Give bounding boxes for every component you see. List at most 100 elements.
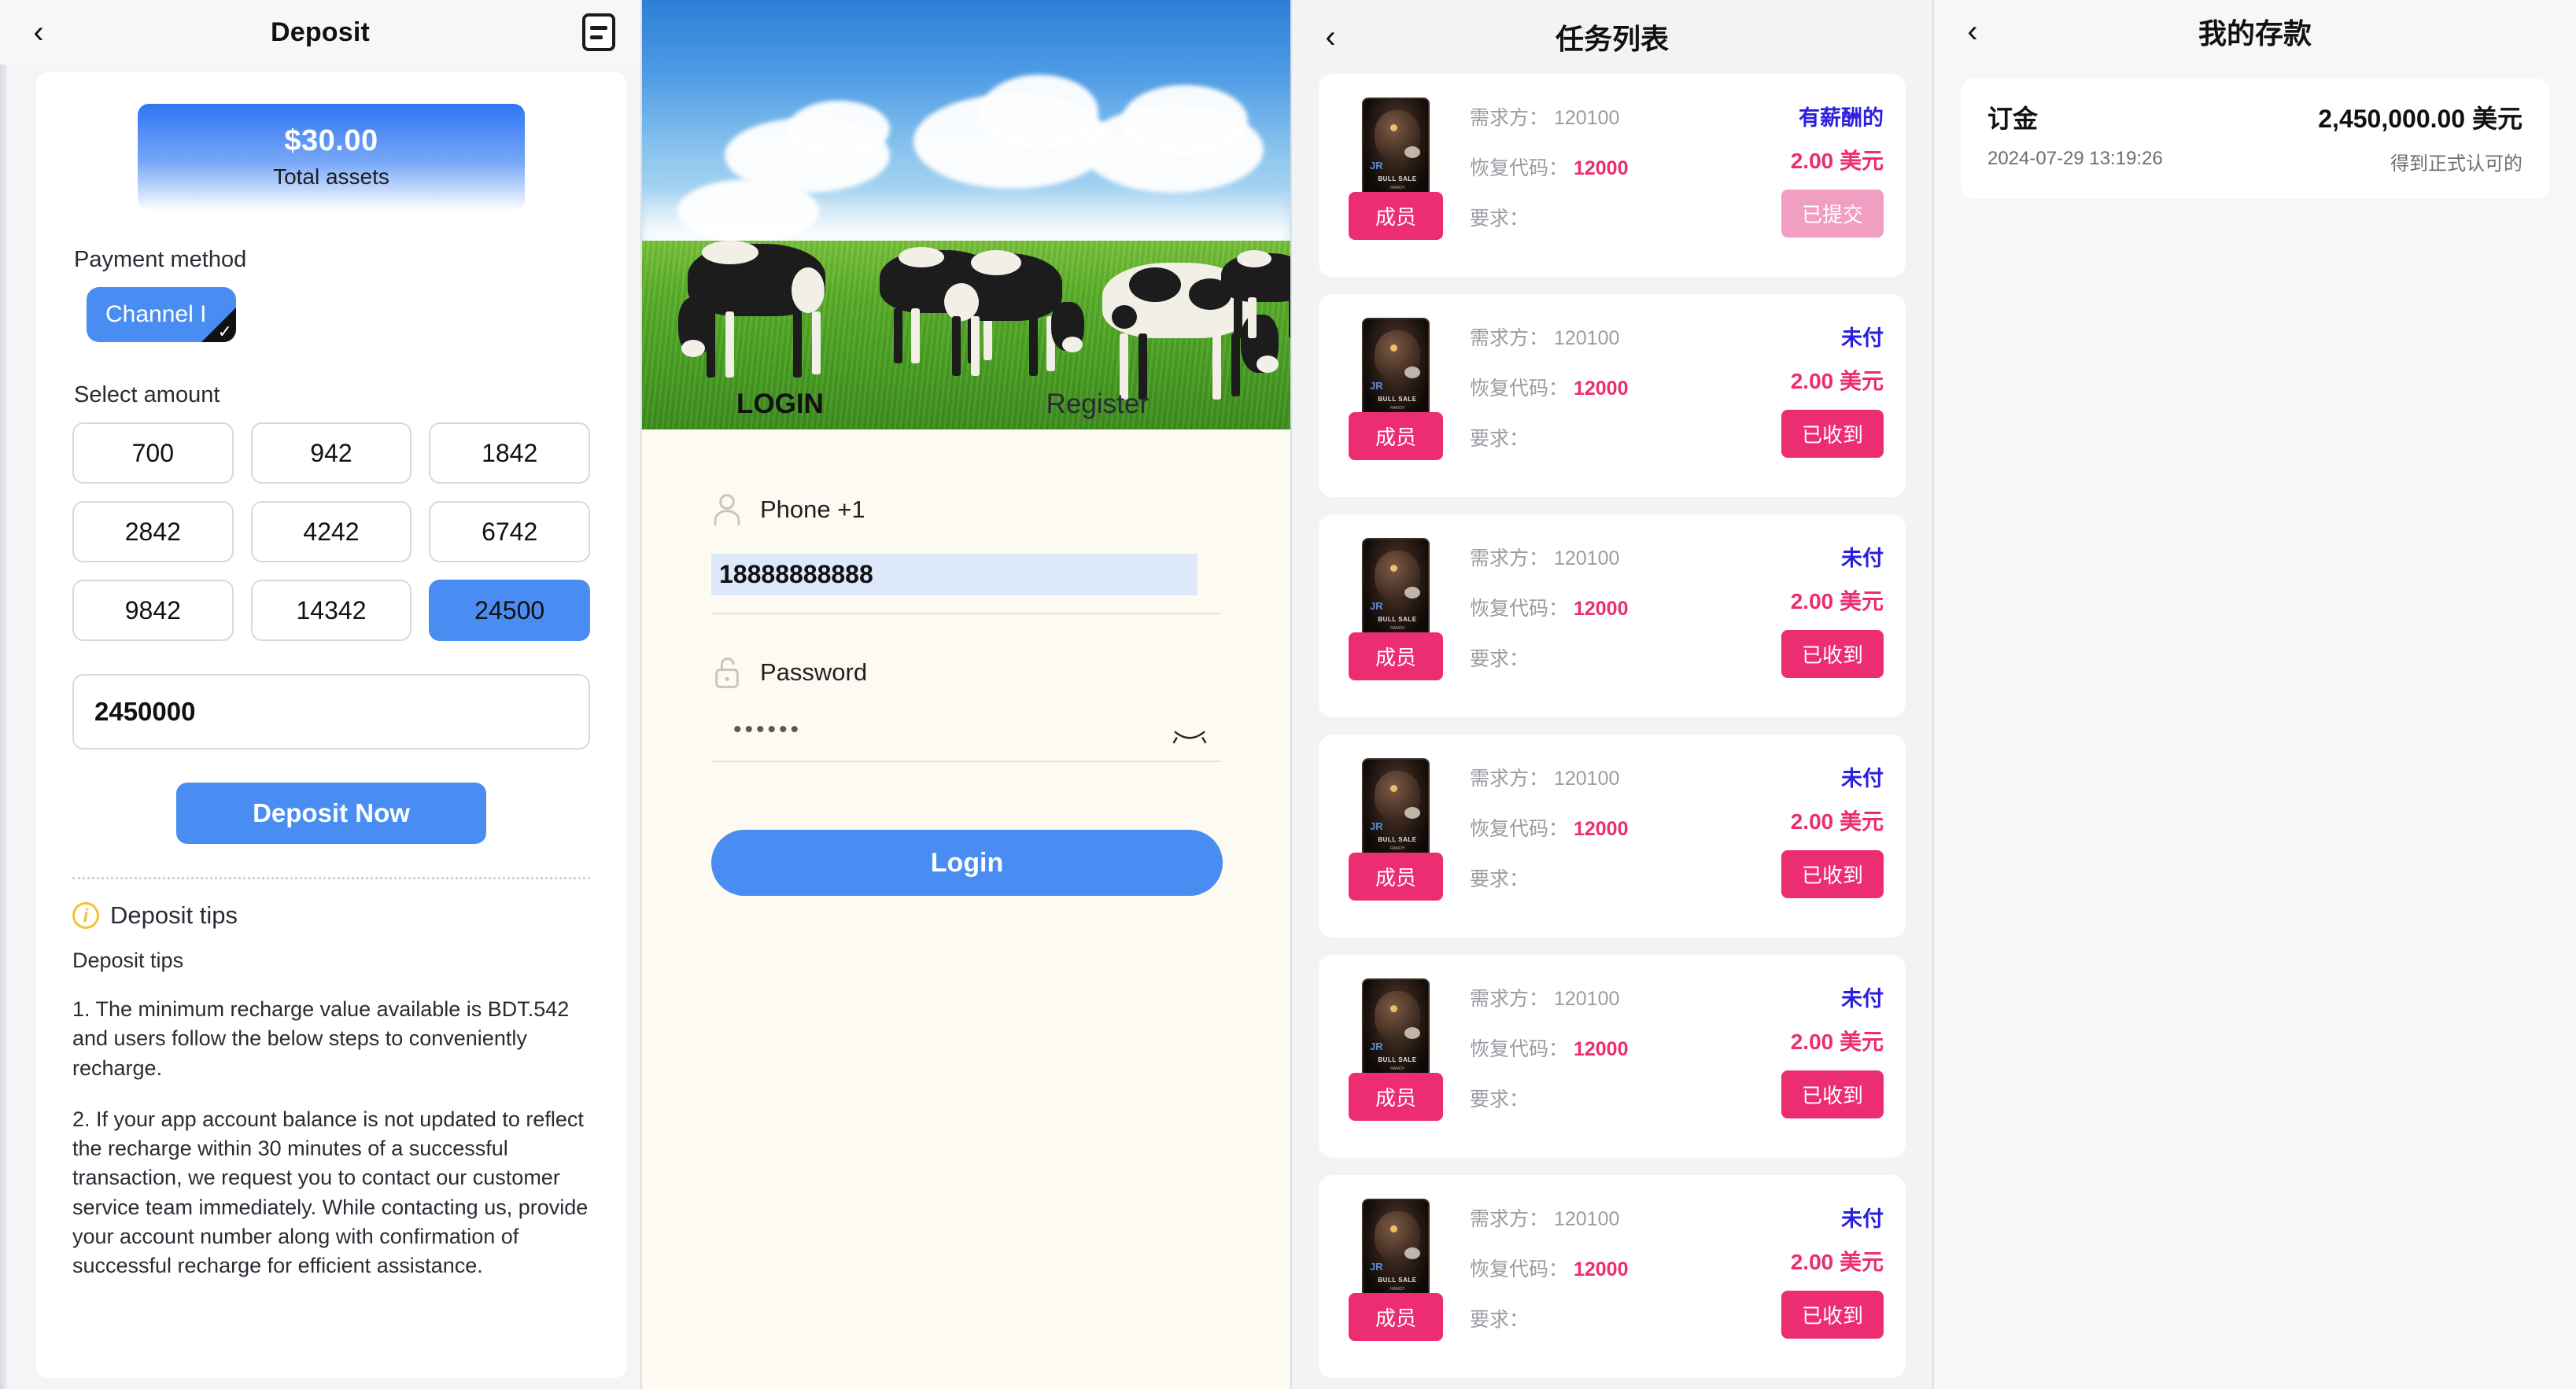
amount-option[interactable]: 700: [72, 422, 234, 484]
amount-option[interactable]: 2842: [72, 501, 234, 562]
login-submit-button[interactable]: Login: [711, 830, 1223, 896]
task-action-button[interactable]: 已收到: [1781, 850, 1884, 898]
password-input[interactable]: ••••••: [711, 709, 1221, 762]
total-assets-amount: $30.00: [284, 124, 378, 157]
requirement-label: 要求：: [1470, 868, 1530, 890]
payment-channel-label: Channel I: [105, 301, 207, 327]
task-action-button[interactable]: 已收到: [1781, 410, 1884, 458]
bull-poster-thumbnail: JR BULL SALE RANCH: [1362, 978, 1430, 1078]
amount-option[interactable]: 4242: [250, 501, 412, 562]
total-assets-label: Total assets: [273, 164, 389, 189]
task-recovery-row: 恢复代码： 12000: [1470, 593, 1726, 621]
task-action-button[interactable]: 已收到: [1781, 630, 1884, 678]
recovery-code-value: 12000: [1573, 1038, 1629, 1060]
task-requester-row: 需求方： 120100: [1470, 1203, 1726, 1232]
amount-option[interactable]: 942: [250, 422, 412, 484]
task-details: 需求方： 120100 恢复代码： 12000 要求：: [1457, 1199, 1726, 1354]
cow-figure: [1216, 250, 1290, 352]
amount-input[interactable]: 2450000: [72, 674, 590, 750]
member-badge[interactable]: 成员: [1348, 192, 1443, 240]
member-badge[interactable]: 成员: [1348, 412, 1443, 460]
amount-option-selected[interactable]: 24500: [429, 580, 590, 641]
amount-option[interactable]: 1842: [429, 422, 590, 484]
requester-label: 需求方：: [1470, 988, 1549, 1010]
requirement-label: 要求：: [1470, 1089, 1530, 1111]
task-action-button[interactable]: 已提交: [1781, 190, 1884, 238]
tab-login[interactable]: LOGIN: [736, 389, 824, 425]
requester-value: 120100: [1553, 988, 1620, 1010]
deposit-record-left: 订金 2024-07-29 13:19:26: [1987, 99, 2163, 175]
task-row[interactable]: JR BULL SALE RANCH 成员 需求方： 120100 恢复代码： 1…: [1319, 735, 1906, 938]
task-list-panel: ‹ 任务列表 JR BULL SALE RANCH 成员 需求方： 120100…: [1292, 0, 1934, 1389]
page-title: 任务列表: [1555, 23, 1669, 55]
task-recovery-row: 恢复代码： 12000: [1470, 373, 1726, 401]
my-deposits-panel: ‹ 我的存款 订金 2024-07-29 13:19:26 2,450,000.…: [1934, 0, 2576, 1389]
deposit-record-right: 2,450,000.00 美元 得到正式认可的: [2318, 99, 2522, 175]
requester-value: 120100: [1553, 1208, 1620, 1230]
task-row[interactable]: JR BULL SALE RANCH 成员 需求方： 120100 恢复代码： 1…: [1319, 294, 1906, 497]
task-details: 需求方： 120100 恢复代码： 12000 要求：: [1457, 538, 1726, 694]
user-icon: [714, 494, 740, 525]
deposit-body-card: $30.00 Total assets Payment method Chann…: [36, 72, 626, 1378]
task-recovery-row: 恢复代码： 12000: [1470, 1254, 1726, 1282]
recovery-code-value: 12000: [1573, 818, 1629, 840]
amount-input-value: 2450000: [94, 697, 196, 726]
task-row[interactable]: JR BULL SALE RANCH 成员 需求方： 120100 恢复代码： 1…: [1319, 955, 1906, 1158]
task-requirement-row: 要求：: [1470, 1304, 1726, 1332]
phone-field-row: Phone +1: [711, 492, 1221, 527]
task-status-col: 未付 2.00 美元 已收到: [1726, 758, 1884, 914]
page-title: Deposit: [270, 17, 371, 47]
recovery-code-label: 恢复代码：: [1470, 1258, 1569, 1280]
eye-closed-icon[interactable]: [1172, 726, 1207, 746]
total-assets-card: $30.00 Total assets: [138, 104, 525, 211]
member-badge[interactable]: 成员: [1348, 1293, 1443, 1341]
amount-option[interactable]: 14342: [250, 580, 412, 641]
deposit-tips-header: i Deposit tips: [72, 901, 590, 930]
deposit-record-row[interactable]: 订金 2024-07-29 13:19:26 2,450,000.00 美元 得…: [1961, 79, 2549, 199]
deposit-record-amount: 2,450,000.00 美元: [2318, 105, 2522, 133]
requester-label: 需求方：: [1470, 768, 1549, 790]
phone-label: Phone +1: [760, 496, 865, 523]
task-row[interactable]: JR BULL SALE RANCH 成员 需求方： 120100 恢复代码： 1…: [1319, 74, 1906, 277]
deposit-tips-subheading: Deposit tips: [72, 949, 184, 972]
deposit-record-type: 订金: [1987, 105, 2039, 133]
deposit-now-button[interactable]: Deposit Now: [176, 783, 486, 844]
member-badge[interactable]: 成员: [1348, 632, 1443, 680]
task-price: 2.00 美元: [1790, 1030, 1884, 1054]
document-lines-icon[interactable]: [582, 13, 615, 51]
task-list-header: ‹ 任务列表: [1292, 0, 1932, 74]
login-form: Phone +1 18888888888 Password •••••• Log…: [642, 429, 1290, 896]
phone-input[interactable]: 18888888888: [711, 546, 1221, 614]
task-thumb-col: JR BULL SALE RANCH 成员: [1334, 758, 1457, 914]
task-list: JR BULL SALE RANCH 成员 需求方： 120100 恢复代码： 1…: [1292, 74, 1932, 1389]
deposit-record-timestamp: 2024-07-29 13:19:26: [1987, 148, 2163, 169]
select-amount-label: Select amount: [74, 382, 220, 407]
task-requirement-row: 要求：: [1470, 1084, 1726, 1112]
recovery-code-label: 恢复代码：: [1470, 598, 1569, 620]
tab-register[interactable]: Register: [1046, 389, 1149, 425]
bull-poster-thumbnail: JR BULL SALE RANCH: [1362, 98, 1430, 197]
task-requirement-row: 要求：: [1470, 423, 1726, 451]
task-row[interactable]: JR BULL SALE RANCH 成员 需求方： 120100 恢复代码： 1…: [1319, 514, 1906, 717]
member-badge[interactable]: 成员: [1348, 853, 1443, 901]
bull-poster-thumbnail: JR BULL SALE RANCH: [1362, 1199, 1430, 1298]
recovery-code-label: 恢复代码：: [1470, 1038, 1569, 1060]
task-action-button[interactable]: 已收到: [1781, 1291, 1884, 1339]
status-badge: 未付: [1841, 547, 1884, 570]
task-status-col: 有薪酬的 2.00 美元 已提交: [1726, 98, 1884, 253]
scrollbar[interactable]: [0, 0, 7, 1389]
payment-method-label: Payment method: [74, 247, 247, 272]
payment-channel-option[interactable]: Channel I ✓: [87, 287, 236, 342]
member-badge[interactable]: 成员: [1348, 1073, 1443, 1121]
amount-option[interactable]: 6742: [429, 501, 590, 562]
requester-label: 需求方：: [1470, 107, 1549, 129]
task-details: 需求方： 120100 恢复代码： 12000 要求：: [1457, 758, 1726, 914]
amount-option[interactable]: 9842: [72, 580, 234, 641]
page-title: 我的存款: [2198, 17, 2312, 50]
deposit-header-right: [582, 13, 615, 51]
task-details: 需求方： 120100 恢复代码： 12000 要求：: [1457, 98, 1726, 253]
bull-poster-thumbnail: JR BULL SALE RANCH: [1362, 538, 1430, 637]
task-action-button[interactable]: 已收到: [1781, 1070, 1884, 1118]
task-price: 2.00 美元: [1790, 149, 1884, 173]
task-row[interactable]: JR BULL SALE RANCH 成员 需求方： 120100 恢复代码： 1…: [1319, 1175, 1906, 1378]
